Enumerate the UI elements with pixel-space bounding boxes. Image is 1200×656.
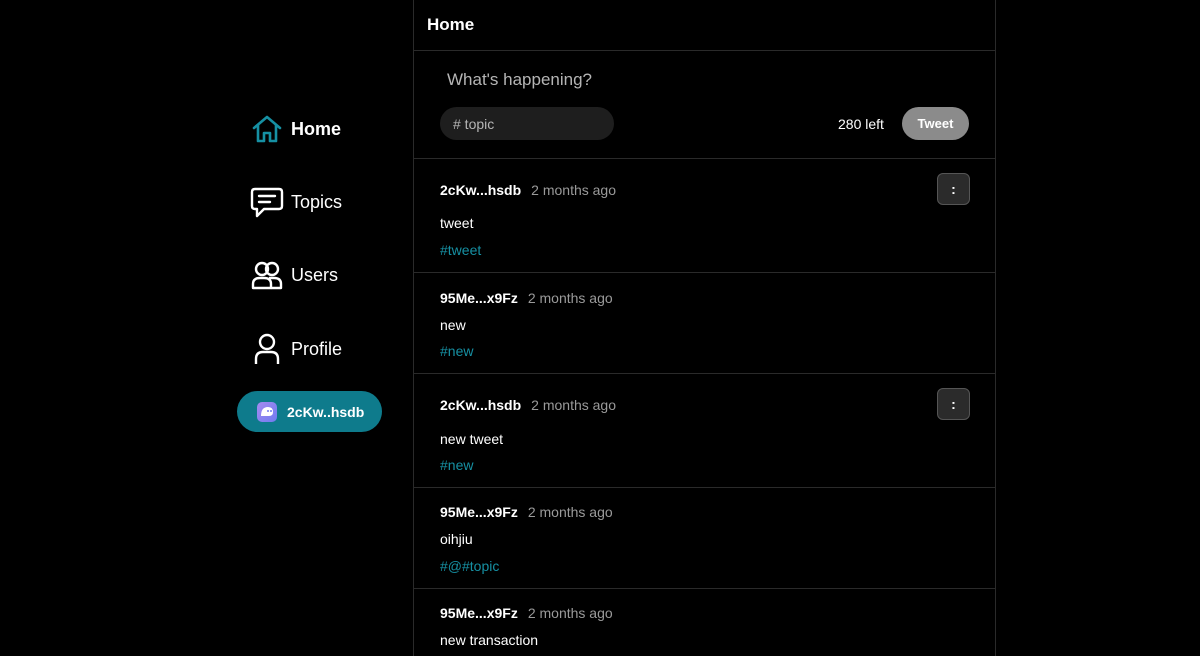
sidebar-item-topics[interactable]: Topics: [250, 184, 342, 220]
tweet-author[interactable]: 2cKw...hsdb: [440, 397, 521, 413]
tweet-author[interactable]: 95Me...x9Fz: [440, 504, 518, 520]
main-feed: Home 280 left Tweet 2cKw...hsdb 2 months…: [413, 0, 996, 656]
sidebar-item-label: Profile: [291, 338, 343, 359]
phantom-wallet-icon: [257, 401, 277, 422]
tweet-tag[interactable]: #new: [440, 343, 473, 359]
char-count: 280 left: [838, 116, 884, 132]
compose-input[interactable]: [447, 70, 897, 90]
tweet-menu-button[interactable]: :: [937, 388, 970, 420]
topic-input[interactable]: [440, 107, 614, 140]
user-icon: [250, 332, 284, 366]
sidebar-item-label: Topics: [291, 191, 343, 212]
tweet-item: 95Me...x9Fz 2 months ago oihjiu #@#topic: [414, 488, 995, 589]
sidebar-item-label: Home: [291, 118, 342, 139]
tweet-button[interactable]: Tweet: [902, 107, 969, 140]
tweet-time: 2 months ago: [527, 605, 613, 621]
tweet-tag[interactable]: #new: [440, 457, 473, 473]
tweet-item: 95Me...x9Fz 2 months ago new transaction: [414, 589, 995, 656]
tweet-tag[interactable]: #tweet: [440, 242, 481, 258]
tweet-content: oihjiu: [440, 531, 473, 547]
wallet-button[interactable]: 2cKw..hsdb: [237, 391, 382, 432]
tweet-time: 2 months ago: [531, 182, 617, 198]
tweet-time: 2 months ago: [527, 504, 613, 520]
tweet-meta: 95Me...x9Fz 2 months ago: [440, 504, 613, 520]
tweet-meta: 95Me...x9Fz 2 months ago: [440, 605, 613, 621]
sidebar-item-label: Users: [291, 264, 339, 285]
page-title: Home: [427, 15, 475, 34]
home-icon: [250, 112, 284, 146]
wallet-address: 2cKw..hsdb: [287, 403, 365, 420]
tweet-author[interactable]: 95Me...x9Fz: [440, 605, 518, 621]
tweet-time: 2 months ago: [531, 397, 617, 413]
chat-icon: [250, 185, 284, 219]
sidebar-item-home[interactable]: Home: [250, 111, 341, 147]
tweet-meta: 2cKw...hsdb 2 months ago: [440, 182, 616, 198]
tweet-content: new transaction: [440, 632, 539, 648]
sidebar-item-users[interactable]: Users: [250, 257, 338, 293]
tweet-menu-button[interactable]: :: [937, 173, 970, 205]
tweet-tag[interactable]: #@#topic: [440, 558, 499, 574]
tweet-meta: 95Me...x9Fz 2 months ago: [440, 290, 613, 306]
tweet-author[interactable]: 2cKw...hsdb: [440, 182, 521, 198]
tweet-meta: 2cKw...hsdb 2 months ago: [440, 397, 616, 413]
tweet-time: 2 months ago: [527, 290, 613, 306]
tweet-item: 2cKw...hsdb 2 months ago : new tweet #ne…: [414, 374, 995, 488]
tweet-author[interactable]: 95Me...x9Fz: [440, 290, 518, 306]
page-header: Home: [414, 0, 995, 51]
sidebar-item-profile[interactable]: Profile: [250, 331, 342, 367]
tweet-item: 95Me...x9Fz 2 months ago new #new: [414, 273, 995, 374]
tweet-content: new tweet: [440, 431, 504, 447]
app: Home Topics Users Profile 2cKw..hsdb Hom…: [0, 0, 1200, 656]
tweet-content: tweet: [440, 215, 474, 231]
tweet-composer: 280 left Tweet: [414, 51, 995, 159]
users-icon: [250, 258, 284, 292]
tweet-item: 2cKw...hsdb 2 months ago : tweet #tweet: [414, 159, 995, 273]
tweet-content: new: [440, 317, 466, 333]
